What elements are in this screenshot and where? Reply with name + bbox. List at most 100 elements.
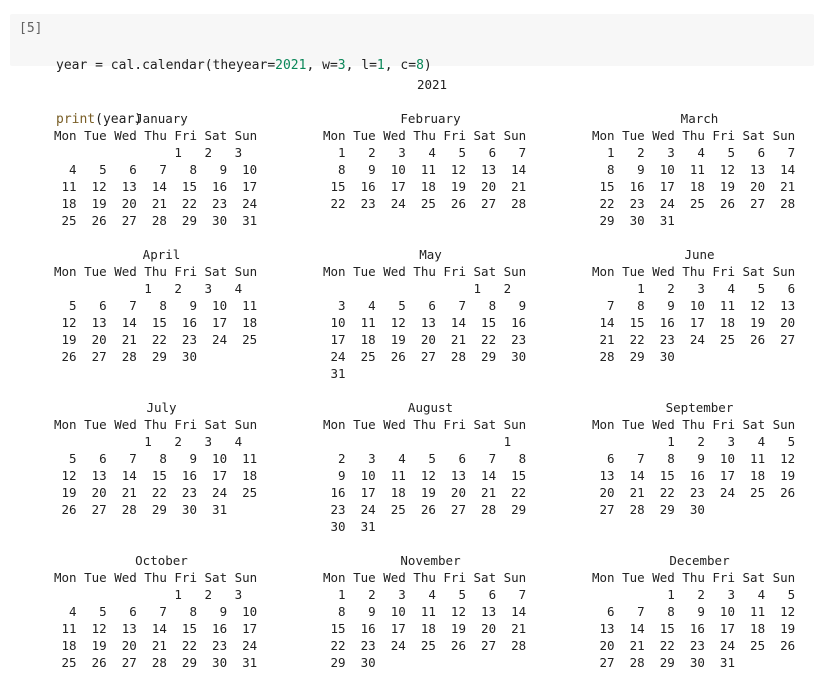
- code-token: 8: [416, 58, 424, 73]
- week-row: 1 2 3: [54, 587, 243, 602]
- week-row: 19 20 21 22 23 24 25: [54, 332, 258, 347]
- week-row: 1 2 3 4: [54, 434, 243, 449]
- week-row: 13 14 15 16 17 18 19: [592, 468, 796, 483]
- weekday-header: Mon Tue Wed Thu Fri Sat Sun: [54, 570, 258, 585]
- weekday-header: Mon Tue Wed Thu Fri Sat Sun: [54, 128, 258, 143]
- week-row: 30 31: [323, 519, 376, 534]
- code-token: , w=: [306, 58, 338, 73]
- month-january: January Mon Tue Wed Thu Fri Sat Sun 1 2 3…: [54, 110, 269, 229]
- month-name: July: [146, 400, 177, 415]
- code-token: 1: [376, 58, 385, 73]
- week-row: 17 18 19 20 21 22 23: [323, 332, 527, 347]
- year-title: 2021: [416, 77, 448, 92]
- month-december: December Mon Tue Wed Thu Fri Sat Sun 1 2 …: [592, 552, 807, 671]
- week-row: 5 6 7 8 9 10 11: [54, 451, 258, 466]
- week-row: 16 17 18 19 20 21 22: [323, 485, 527, 500]
- month-name: April: [142, 247, 181, 262]
- week-row: 22 23 24 25 26 27 28: [592, 196, 796, 211]
- month-october: October Mon Tue Wed Thu Fri Sat Sun 1 2 3…: [54, 552, 269, 671]
- week-row: 4 5 6 7 8 9 10: [54, 604, 258, 619]
- weekday-header: Mon Tue Wed Thu Fri Sat Sun: [323, 128, 527, 143]
- month-september: September Mon Tue Wed Thu Fri Sat Sun 1 2…: [592, 399, 807, 518]
- month-november: November Mon Tue Wed Thu Fri Sat Sun 1 2 …: [323, 552, 538, 671]
- month-name: February: [400, 111, 461, 126]
- month-august: August Mon Tue Wed Thu Fri Sat Sun 1 2 3 …: [323, 399, 538, 535]
- week-row: 1 2 3 4 5 6 7: [323, 145, 527, 160]
- weekday-header: Mon Tue Wed Thu Fri Sat Sun: [323, 264, 527, 279]
- month-name: November: [400, 553, 461, 568]
- week-row: 27 28 29 30: [592, 502, 705, 517]
- month-name: August: [407, 400, 454, 415]
- execution-count: [5]: [19, 21, 43, 36]
- week-row: 6 7 8 9 10 11 12: [592, 604, 796, 619]
- week-row: 2 3 4 5 6 7 8: [323, 451, 527, 466]
- weekday-header: Mon Tue Wed Thu Fri Sat Sun: [323, 570, 527, 585]
- week-row: 5 6 7 8 9 10 11: [54, 298, 258, 313]
- week-row: 1 2 3 4: [54, 281, 243, 296]
- week-row: 15 16 17 18 19 20 21: [323, 621, 527, 636]
- week-row: 26 27 28 29 30 31: [54, 502, 228, 517]
- week-row: 12 13 14 15 16 17 18: [54, 315, 258, 330]
- week-row: 6 7 8 9 10 11 12: [592, 451, 796, 466]
- month-june: June Mon Tue Wed Thu Fri Sat Sun 1 2 3 4 …: [592, 246, 807, 365]
- week-row: 11 12 13 14 15 16 17: [54, 621, 258, 636]
- week-row: 25 26 27 28 29 30 31: [54, 655, 258, 670]
- week-row: 11 12 13 14 15 16 17: [54, 179, 258, 194]
- code-line: year = cal.calendar(theyear=2021, w=3, l…: [56, 57, 432, 75]
- week-row: 7 8 9 10 11 12 13: [592, 298, 796, 313]
- week-row: 20 21 22 23 24 25 26: [592, 638, 796, 653]
- month-name: May: [419, 247, 442, 262]
- month-name: January: [135, 111, 188, 126]
- week-row: 4 5 6 7 8 9 10: [54, 162, 258, 177]
- week-row: 19 20 21 22 23 24 25: [54, 485, 258, 500]
- week-row: 1 2 3 4 5: [592, 434, 796, 449]
- week-row: 12 13 14 15 16 17 18: [54, 468, 258, 483]
- weekday-header: Mon Tue Wed Thu Fri Sat Sun: [592, 417, 796, 432]
- code-token: , l=: [345, 58, 377, 73]
- code-token: 3: [337, 58, 346, 73]
- week-row: 13 14 15 16 17 18 19: [592, 621, 796, 636]
- week-row: 1 2 3 4 5 6: [592, 281, 796, 296]
- code-token: year = cal.calendar(theyear=: [56, 58, 276, 73]
- week-row: 1 2: [323, 281, 512, 296]
- weekday-header: Mon Tue Wed Thu Fri Sat Sun: [592, 128, 796, 143]
- weekday-header: Mon Tue Wed Thu Fri Sat Sun: [54, 417, 258, 432]
- week-row: 29 30: [323, 655, 376, 670]
- week-row: 24 25 26 27 28 29 30: [323, 349, 527, 364]
- week-row: 27 28 29 30 31: [592, 655, 735, 670]
- week-row: 15 16 17 18 19 20 21: [592, 179, 796, 194]
- week-row: 1 2 3: [54, 145, 243, 160]
- week-row: 1: [323, 434, 512, 449]
- month-name: September: [665, 400, 734, 415]
- weekday-header: Mon Tue Wed Thu Fri Sat Sun: [592, 264, 796, 279]
- week-row: 28 29 30: [592, 349, 675, 364]
- week-row: 15 16 17 18 19 20 21: [323, 179, 527, 194]
- week-row: 20 21 22 23 24 25 26: [592, 485, 796, 500]
- month-february: February Mon Tue Wed Thu Fri Sat Sun 1 2 …: [323, 110, 538, 212]
- weekday-header: Mon Tue Wed Thu Fri Sat Sun: [592, 570, 796, 585]
- week-row: 3 4 5 6 7 8 9: [323, 298, 527, 313]
- week-row: 1 2 3 4 5 6 7: [323, 587, 527, 602]
- month-name: March: [680, 111, 719, 126]
- month-march: March Mon Tue Wed Thu Fri Sat Sun 1 2 3 4…: [592, 110, 807, 229]
- week-row: 14 15 16 17 18 19 20: [592, 315, 796, 330]
- month-name: June: [684, 247, 715, 262]
- week-row: 8 9 10 11 12 13 14: [323, 162, 527, 177]
- week-row: 1 2 3 4 5: [592, 587, 796, 602]
- week-row: 8 9 10 11 12 13 14: [592, 162, 796, 177]
- month-may: May Mon Tue Wed Thu Fri Sat Sun 1 2 3 4 5…: [323, 246, 538, 382]
- week-row: 18 19 20 21 22 23 24: [54, 638, 258, 653]
- week-row: 29 30 31: [592, 213, 675, 228]
- month-name: December: [669, 553, 730, 568]
- week-row: 21 22 23 24 25 26 27: [592, 332, 796, 347]
- week-row: 25 26 27 28 29 30 31: [54, 213, 258, 228]
- week-row: 18 19 20 21 22 23 24: [54, 196, 258, 211]
- week-row: 9 10 11 12 13 14 15: [323, 468, 527, 483]
- week-row: 26 27 28 29 30: [54, 349, 197, 364]
- month-july: July Mon Tue Wed Thu Fri Sat Sun 1 2 3 4 …: [54, 399, 269, 518]
- week-row: 23 24 25 26 27 28 29: [323, 502, 527, 517]
- month-name: October: [135, 553, 188, 568]
- week-row: 22 23 24 25 26 27 28: [323, 196, 527, 211]
- week-row: 31: [323, 366, 346, 381]
- code-token: 2021: [275, 58, 307, 73]
